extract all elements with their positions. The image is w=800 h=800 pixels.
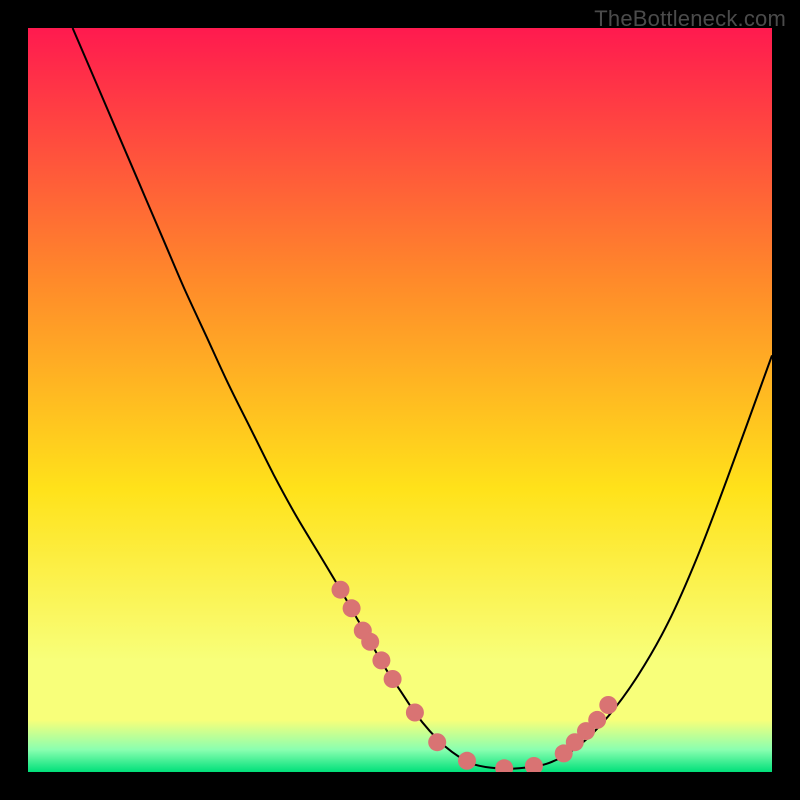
marker-dot	[599, 696, 617, 714]
marker-dot	[332, 581, 350, 599]
marker-dot	[361, 633, 379, 651]
marker-dot	[406, 704, 424, 722]
marker-dot	[372, 651, 390, 669]
chart-frame: TheBottleneck.com	[0, 0, 800, 800]
gradient-rect	[28, 28, 772, 772]
marker-dot	[343, 599, 361, 617]
plot-area	[28, 28, 772, 772]
marker-dot	[458, 752, 476, 770]
marker-dot	[588, 711, 606, 729]
marker-dot	[384, 670, 402, 688]
marker-dot	[428, 733, 446, 751]
watermark-text: TheBottleneck.com	[594, 6, 786, 32]
gradient-background-and-curve	[28, 28, 772, 772]
